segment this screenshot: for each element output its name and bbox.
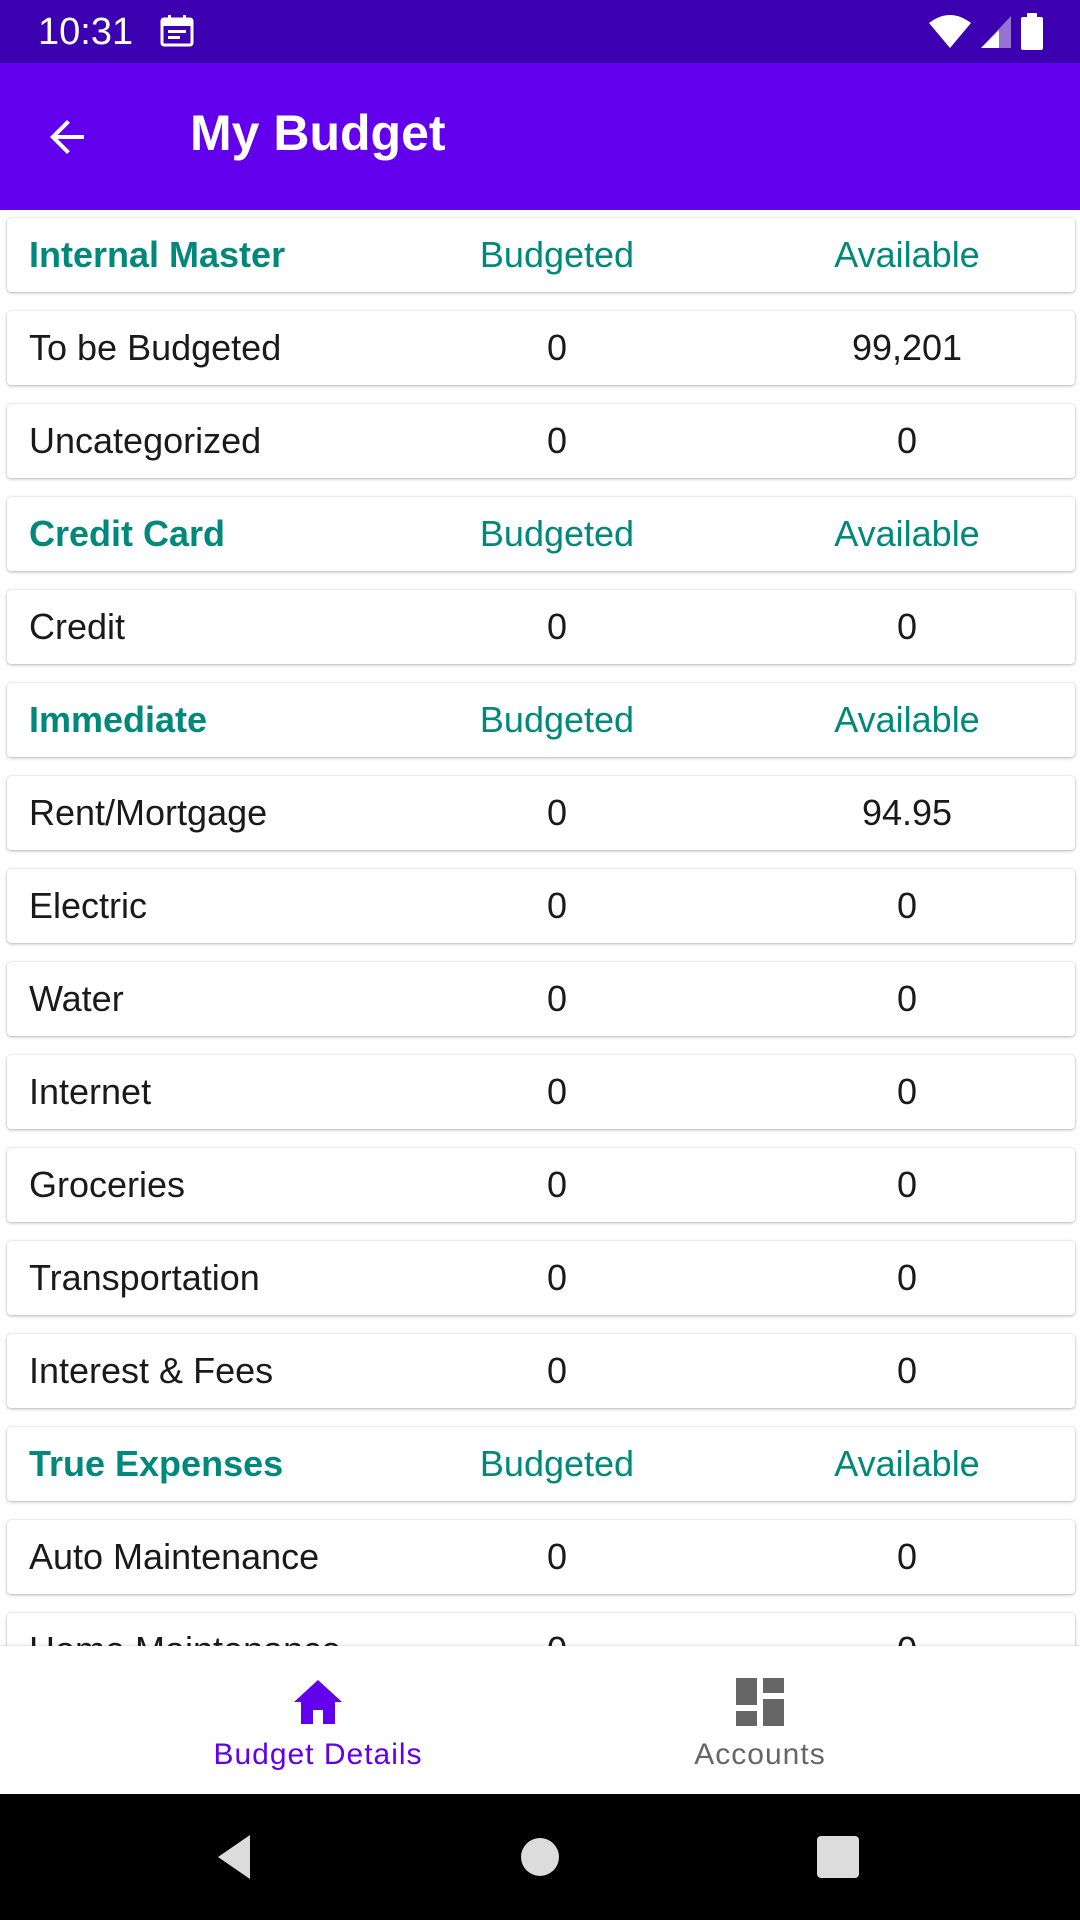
category-name: To be Budgeted: [29, 327, 282, 368]
available-value: 0: [787, 1613, 1027, 1646]
available-value: 94.95: [861, 792, 953, 833]
budget-category-row[interactable]: To be Budgeted 0 99,201: [7, 311, 1075, 385]
budgeted-value: 0: [546, 978, 568, 1019]
home-icon: [294, 1680, 342, 1724]
section-title: Credit Card: [29, 513, 226, 554]
app-bar: My Budget: [0, 63, 1080, 210]
available-column-header: Available: [834, 699, 980, 740]
available-column-header: Available: [834, 513, 980, 554]
battery-icon: [1021, 13, 1043, 50]
budgeted-column-header: Budgeted: [479, 234, 635, 275]
budget-category-row[interactable]: Credit 0 0: [7, 590, 1075, 664]
status-time: 10:31: [38, 11, 134, 53]
budgeted-value: 0: [546, 885, 568, 926]
arrow-back-icon: [50, 120, 84, 154]
available-value: 0: [896, 1164, 918, 1205]
available-value: 0: [896, 420, 918, 461]
budgeted-value: 0: [546, 792, 568, 833]
system-home-icon[interactable]: [510, 1827, 570, 1887]
budget-category-row[interactable]: Electric 0 0: [7, 869, 1075, 943]
available-value: 0: [896, 1350, 918, 1391]
available-value: 0: [896, 606, 918, 647]
category-name: Electric: [29, 885, 148, 926]
category-name: Internet: [29, 1071, 152, 1112]
category-name: Rent/Mortgage: [29, 792, 268, 833]
budgeted-value: 0: [546, 1257, 568, 1298]
budget-category-row[interactable]: Auto Maintenance 0 0: [7, 1520, 1075, 1594]
category-name: Water: [29, 978, 124, 1019]
budget-category-row[interactable]: Rent/Mortgage 0 94.95: [7, 776, 1075, 850]
section-title: Immediate: [29, 699, 208, 740]
bottom-navigation: Budget Details Accounts: [0, 1646, 1080, 1794]
category-name: Credit: [29, 606, 126, 647]
page-title: My Budget: [190, 105, 446, 161]
budgeted-value: 0: [437, 1613, 677, 1646]
available-column-header: Available: [834, 1443, 980, 1484]
calendar-icon: [160, 15, 194, 47]
budget-category-row[interactable]: Groceries 0 0: [7, 1148, 1075, 1222]
category-name: Groceries: [29, 1164, 186, 1205]
section-title: True Expenses: [29, 1443, 284, 1484]
budget-list-content: Internal Master Budgeted Available To be Bu…: [0, 210, 1080, 1646]
nav-label-accounts: Accounts: [694, 1738, 826, 1771]
budget-list[interactable]: Internal Master Budgeted Available To be Bu…: [0, 210, 1080, 1646]
budgeted-value: 0: [546, 606, 568, 647]
budgeted-value: 0: [546, 1071, 568, 1112]
section-header-row: Credit Card Budgeted Available: [7, 497, 1075, 571]
category-name: Uncategorized: [29, 420, 262, 461]
budget-category-row[interactable]: Uncategorized 0 0: [7, 404, 1075, 478]
budgeted-column-header: Budgeted: [479, 1443, 635, 1484]
budgeted-value: 0: [546, 420, 568, 461]
category-name: Interest & Fees: [29, 1350, 274, 1391]
budget-category-row[interactable]: Interest & Fees 0 0: [7, 1334, 1075, 1408]
category-name: Auto Maintenance: [29, 1536, 320, 1577]
dashboard-icon: [736, 1678, 784, 1726]
budgeted-column-header: Budgeted: [479, 699, 635, 740]
available-value: 0: [896, 1257, 918, 1298]
available-value: 0: [896, 885, 918, 926]
available-value: 0: [896, 1071, 918, 1112]
budgeted-column-header: Budgeted: [479, 513, 635, 554]
screen: 10:31 My Budget Internal Master Budgeted…: [0, 0, 1080, 1920]
system-back-icon[interactable]: [208, 1827, 268, 1887]
available-value: 0: [896, 1536, 918, 1577]
category-name: Home Maintenance: [29, 1613, 341, 1646]
section-header-row: True Expenses Budgeted Available: [7, 1427, 1075, 1501]
section-header-row: Internal Master Budgeted Available: [7, 218, 1075, 292]
nav-item-accounts[interactable]: Accounts: [490, 1646, 1030, 1794]
wifi-icon: [929, 15, 971, 48]
available-column-header: Available: [834, 234, 980, 275]
budgeted-value: 0: [546, 1350, 568, 1391]
category-name: Transportation: [29, 1257, 260, 1298]
status-bar: 10:31: [0, 0, 1080, 63]
back-button[interactable]: [36, 105, 100, 169]
section-title: Internal Master: [29, 234, 286, 275]
budget-category-row[interactable]: Water 0 0: [7, 962, 1075, 1036]
budgeted-value: 0: [546, 1164, 568, 1205]
budgeted-value: 0: [546, 327, 568, 368]
available-value: 0: [896, 978, 918, 1019]
available-value: 99,201: [851, 327, 963, 368]
budget-category-row[interactable]: Internet 0 0: [7, 1055, 1075, 1129]
budgeted-value: 0: [546, 1536, 568, 1577]
signal-icon: [981, 16, 1011, 48]
budget-category-row[interactable]: Home Maintenance 0 0: [7, 1613, 1075, 1646]
system-recents-icon[interactable]: [808, 1827, 868, 1887]
budget-category-row[interactable]: Transportation 0 0: [7, 1241, 1075, 1315]
system-navigation-bar: [0, 1794, 1080, 1920]
section-header-row: Immediate Budgeted Available: [7, 683, 1075, 757]
status-icons: [928, 12, 1044, 52]
